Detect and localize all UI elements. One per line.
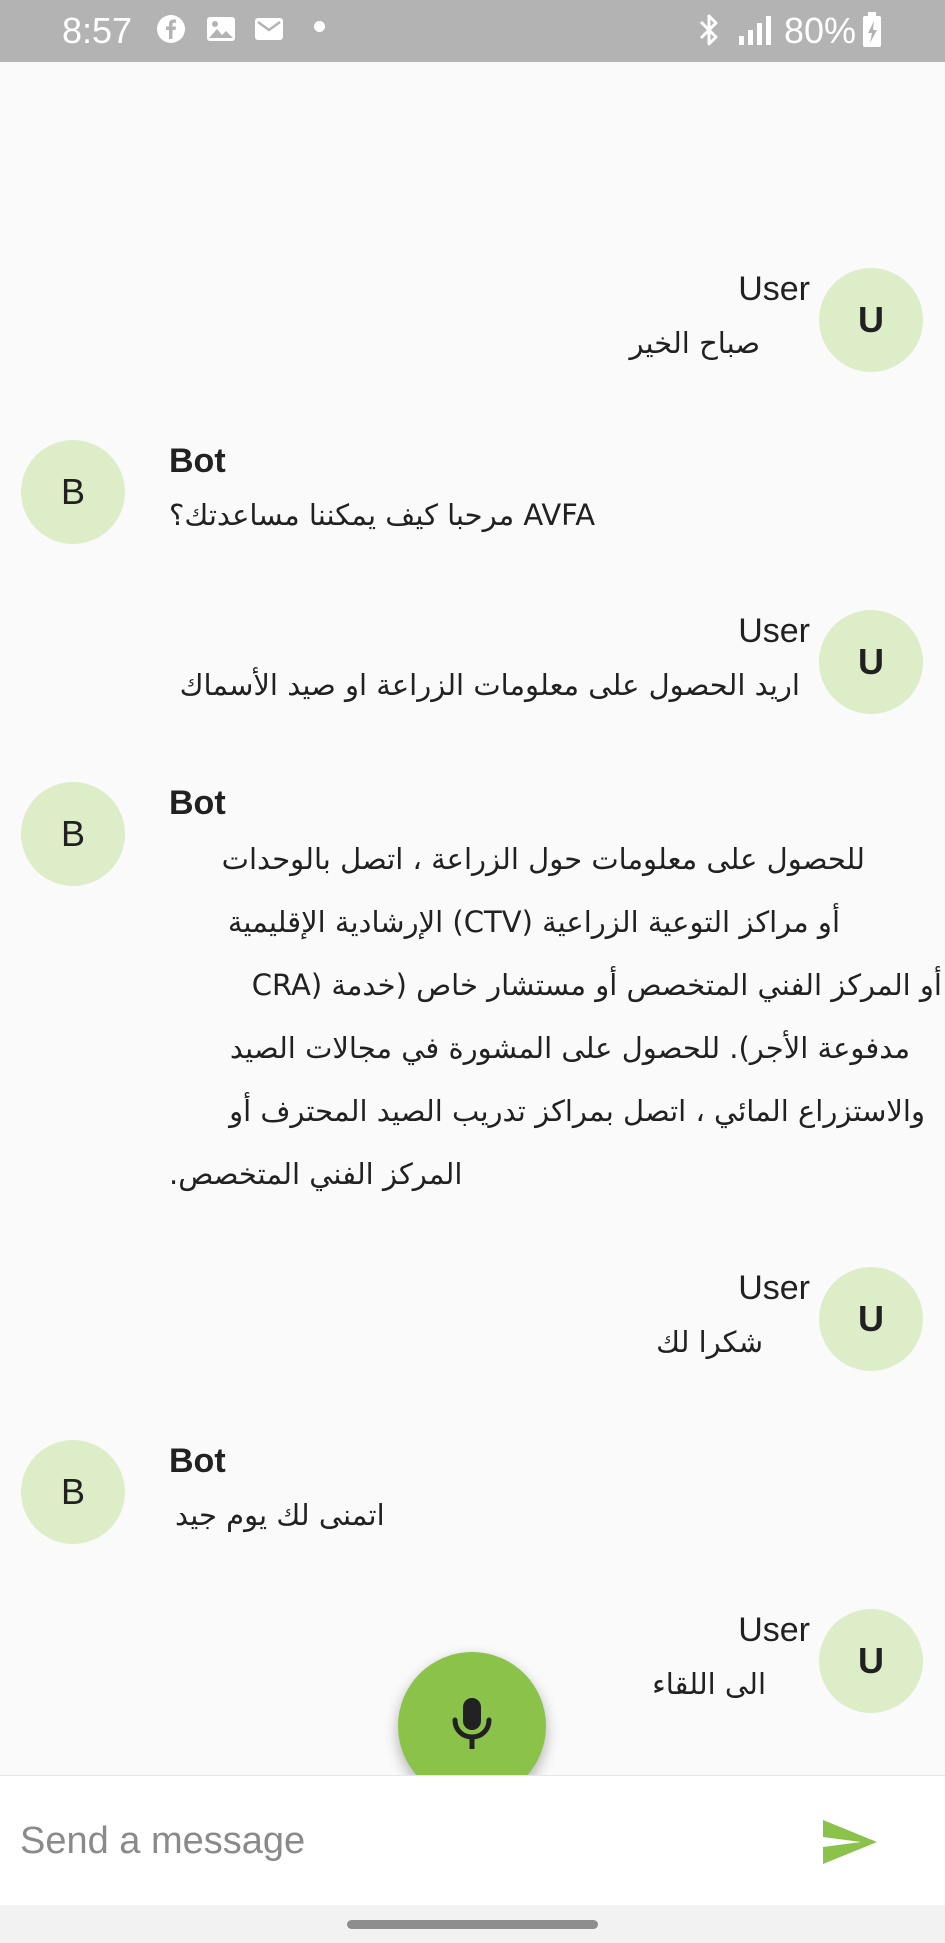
- status-bar: 8:57 80%: [0, 0, 945, 62]
- message-text: شكرا لك: [656, 1325, 763, 1359]
- message-line: المركز الفني المتخصص.: [169, 1157, 463, 1191]
- message-line: أو مراكز التوعية الزراعية (CTV) الإرشادي…: [227, 905, 840, 939]
- sender-name: Bot: [169, 442, 226, 480]
- signal-icon: [739, 16, 771, 45]
- battery-icon: [863, 12, 881, 47]
- sender-name: User: [738, 270, 810, 308]
- home-indicator[interactable]: [347, 1920, 598, 1929]
- sender-name: User: [738, 1611, 810, 1649]
- message-text: اريد الحصول على معلومات الزراعة او صيد ا…: [179, 668, 800, 702]
- message-user: U User صباح الخير: [0, 268, 945, 388]
- message-text: صباح الخير: [629, 326, 760, 360]
- user-avatar: U: [819, 610, 923, 714]
- sender-name: Bot: [169, 1442, 226, 1480]
- send-icon: [823, 1820, 877, 1864]
- message-text: اتمنى لك يوم جيد: [175, 1498, 385, 1532]
- user-avatar: U: [819, 1267, 923, 1371]
- sender-name: User: [738, 612, 810, 650]
- message-user: U User اريد الحصول على معلومات الزراعة ا…: [0, 610, 945, 730]
- message-line: للحصول على معلومات حول الزراعة ، اتصل با…: [221, 842, 865, 876]
- message-line: مدفوعة الأجر). للحصول على المشورة في مجا…: [229, 1031, 910, 1065]
- message-text: AVFA مرحبا كيف يمكننا مساعدتك؟: [169, 498, 596, 532]
- sender-name: User: [738, 1269, 810, 1307]
- navigation-bar: [0, 1905, 945, 1943]
- message-bot: B Bot AVFA مرحبا كيف يمكننا مساعدتك؟: [0, 440, 945, 560]
- status-time: 8:57: [62, 10, 133, 51]
- message-line: أو المركز الفني المتخصص أو مستشار خاص (خ…: [251, 968, 942, 1002]
- message-bot: B Bot اتمنى لك يوم جيد: [0, 1440, 945, 1560]
- mail-icon: [255, 18, 283, 40]
- bot-avatar: B: [21, 782, 125, 886]
- battery-percent: 80%: [784, 10, 857, 51]
- sender-name: Bot: [169, 784, 226, 822]
- chat-list[interactable]: U User صباح الخير B Bot AVFA مرحبا كيف ي…: [0, 62, 945, 1775]
- user-avatar: U: [819, 268, 923, 372]
- message-input[interactable]: [20, 1806, 780, 1876]
- microphone-icon: [452, 1698, 492, 1749]
- message-user: U User شكرا لك: [0, 1267, 945, 1387]
- message-text: الى اللقاء: [652, 1667, 766, 1701]
- bluetooth-icon: [699, 14, 718, 46]
- message-composer: [0, 1775, 945, 1905]
- facebook-icon: [157, 15, 185, 43]
- user-avatar: U: [819, 1609, 923, 1713]
- send-button[interactable]: [818, 1810, 882, 1874]
- dot-icon: [314, 21, 325, 32]
- bot-avatar: B: [21, 1440, 125, 1544]
- gallery-icon: [207, 17, 235, 41]
- message-line: والاستزراع المائي ، اتصل بمراكز تدريب ال…: [229, 1094, 925, 1128]
- message-bot: B Bot للحصول على معلومات حول الزراعة ، ا…: [0, 782, 945, 1202]
- bot-avatar: B: [21, 440, 125, 544]
